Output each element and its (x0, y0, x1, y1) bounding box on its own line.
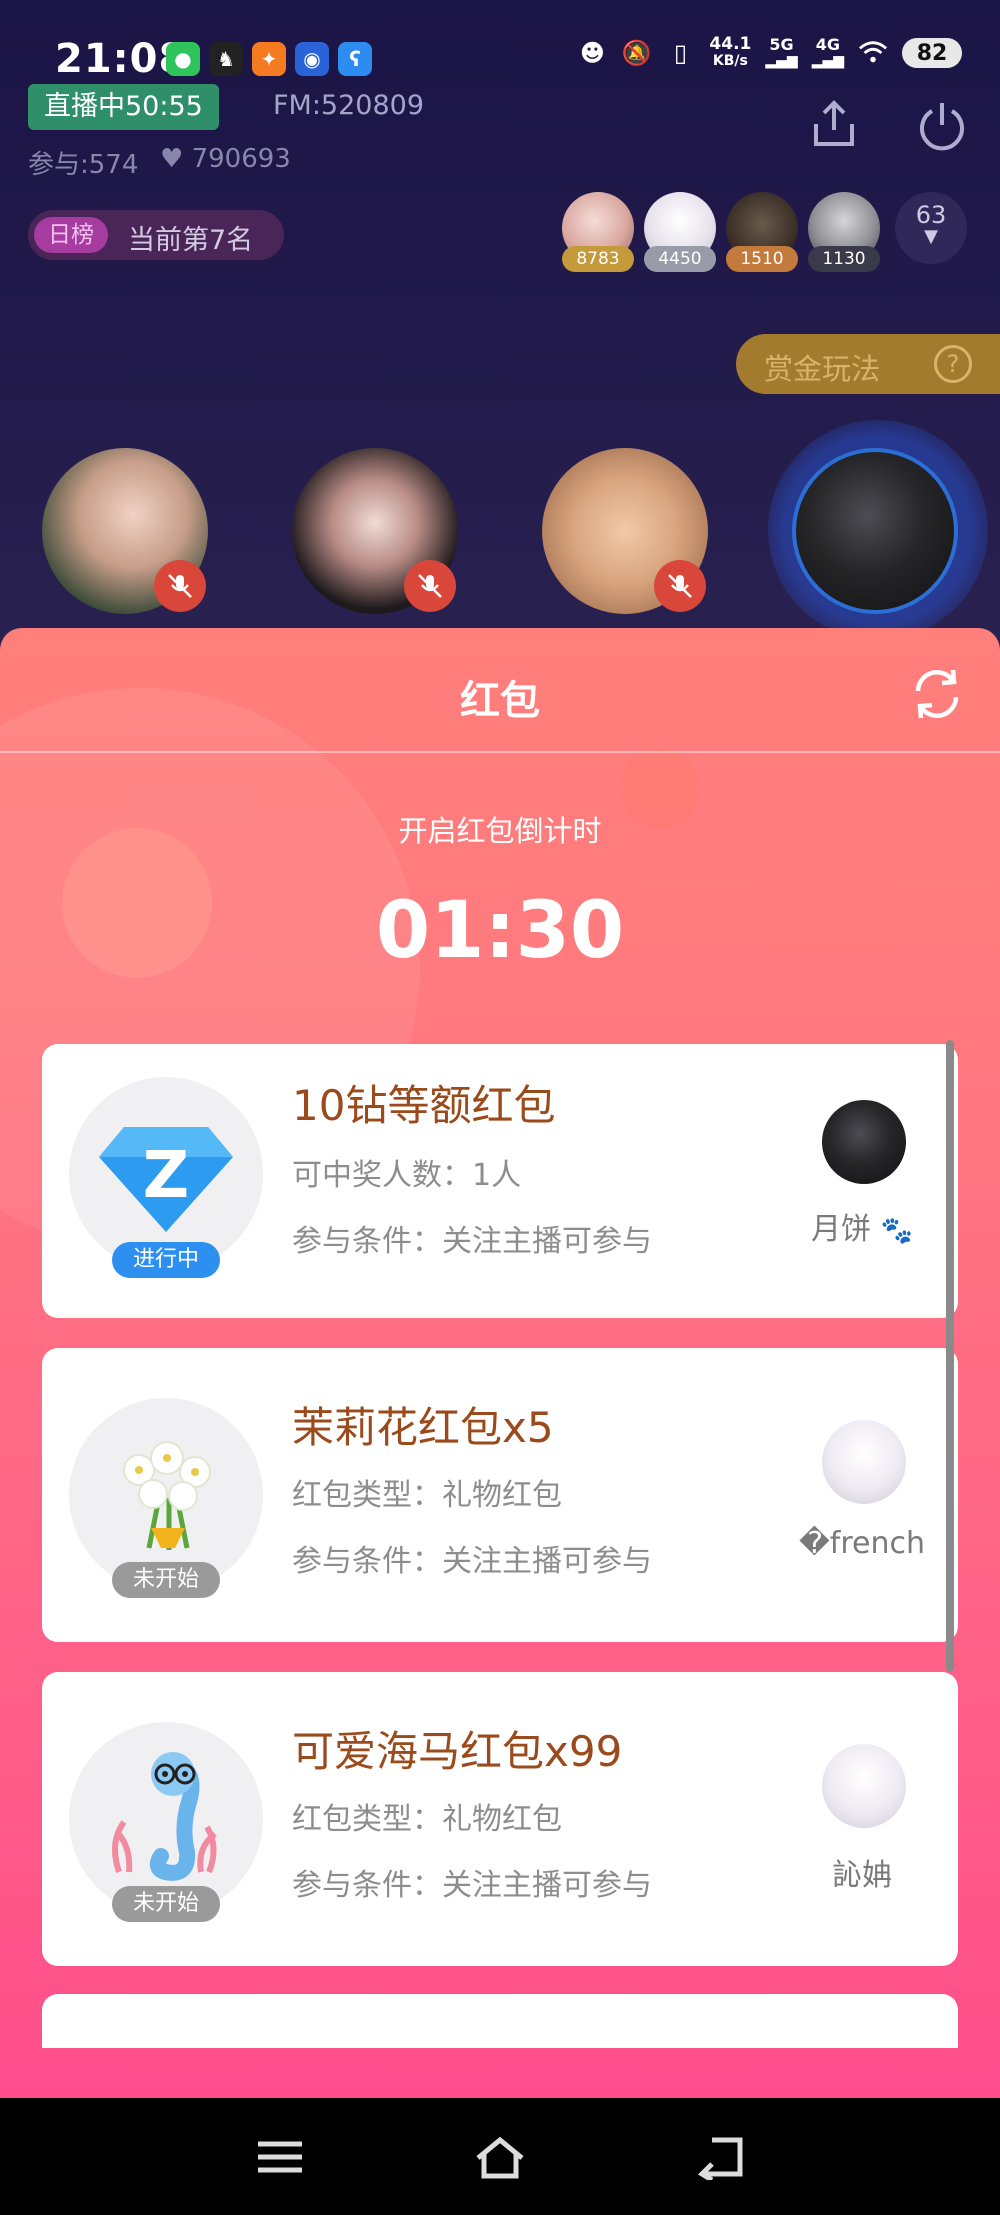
refresh-button[interactable] (908, 665, 966, 723)
envelope-title: 茉莉花红包x5 (292, 1403, 554, 1452)
battery-indicator: 82 (902, 38, 962, 68)
signal-bars-icon: ▂▄▆ (811, 53, 844, 69)
refresh-icon (915, 669, 959, 719)
signal-5g: 5G ▂▄▆ (765, 35, 798, 70)
status-tag: 未开始 (112, 1562, 220, 1598)
mic-muted-icon (404, 560, 456, 612)
room-fm-id: FM:520809 (273, 90, 424, 121)
bounty-gameplay-button[interactable]: 赏金玩法 ? (736, 334, 1000, 394)
envelope-title: 可爱海马红包x99 (292, 1727, 623, 1776)
app-bear-icon: ʕ (338, 42, 372, 76)
system-navigation-bar (0, 2098, 1000, 2215)
top-user-score: 1130 (808, 246, 880, 272)
notification-icons: ● ♞ ✦ ◉ ʕ (166, 42, 372, 76)
countdown-timer: 01:30 (375, 886, 625, 976)
red-envelope-card[interactable]: 未开始 茉莉花红包x5 红包类型：礼物红包 参与条件：关注主播可参与 �fren… (42, 1348, 958, 1642)
vibrate-icon: ▯ (673, 39, 688, 67)
live-status-badge: 直播中50:55 (28, 84, 219, 130)
signal-4g: 4G ▂▄▆ (811, 35, 844, 70)
red-envelope-card[interactable]: 未开始 可爱海马红包x99 红包类型：礼物红包 参与条件：关注主播可参与 訫姌 (42, 1672, 958, 1966)
envelope-title: 10钻等额红包 (292, 1081, 556, 1130)
more-count: 63 (915, 201, 947, 229)
app-q-icon: ◉ (295, 42, 329, 76)
net1-label: 5G (769, 35, 794, 54)
daily-rank-pill[interactable]: 日榜 当前第7名 (28, 210, 284, 260)
host-name: 訫姌 (832, 1858, 892, 1893)
exit-room-button[interactable] (915, 98, 969, 152)
red-envelope-card[interactable]: Z 进行中 10钻等额红包 可中奖人数：1人 参与条件：关注主播可参与 月饼 🐾 (42, 1044, 958, 1318)
privacy-icon: ☻ (579, 39, 605, 67)
like-count: 790693 (191, 144, 291, 174)
bell-mute-icon: 🔕 (621, 39, 652, 67)
host-avatar[interactable] (822, 1744, 906, 1828)
host-avatar[interactable] (822, 1420, 906, 1504)
red-envelope-card[interactable] (42, 1994, 958, 2048)
rank-text: 当前第7名 (128, 225, 254, 256)
home-icon (476, 2136, 524, 2179)
panel-divider (0, 751, 1000, 753)
wifi-icon (858, 38, 888, 68)
top-user-score: 4450 (644, 246, 716, 272)
heart-icon: ♥ (160, 144, 184, 174)
net2-label: 4G (815, 35, 840, 54)
network-speed: 44.1 KB/s (709, 36, 751, 70)
envelope-winners: 可中奖人数：1人 (292, 1158, 522, 1193)
more-users-button[interactable]: 63 ▼ (895, 192, 967, 264)
red-envelope-panel: 红包 开启红包倒计时 01:30 Z 进行中 10钻等额红包 可中奖人数：1人 … (0, 628, 1000, 2098)
mic-muted-icon (654, 560, 706, 612)
menu-button[interactable] (252, 2134, 308, 2180)
mic-muted-icon (154, 560, 206, 612)
app-logo-icon: ♞ (209, 42, 243, 76)
envelope-type: 红包类型：礼物红包 (292, 1802, 562, 1837)
power-icon (920, 103, 964, 151)
host-name: �french (799, 1526, 925, 1561)
speed-unit: KB/s (712, 53, 748, 69)
participant-count: 参与:574 (28, 150, 139, 180)
speed-value: 44.1 (709, 34, 752, 54)
status-tag: 进行中 (112, 1242, 220, 1278)
status-tag: 未开始 (112, 1886, 220, 1922)
envelope-condition: 参与条件：关注主播可参与 (292, 1544, 652, 1579)
bounty-label: 赏金玩法 (764, 352, 881, 386)
countdown-label: 开启红包倒计时 (398, 814, 602, 848)
chevron-down-icon: ▼ (924, 226, 938, 247)
status-right: ☻ 🔕 ▯ 44.1 KB/s 5G ▂▄▆ 4G ▂▄▆ 82 (577, 36, 962, 70)
panel-title: 红包 (460, 678, 540, 724)
mic-seat-4[interactable] (792, 448, 958, 614)
host-name: 月饼 (811, 1212, 872, 1247)
help-icon[interactable]: ? (934, 345, 972, 383)
list-scrollbar[interactable] (946, 1040, 954, 1672)
back-button[interactable] (694, 2134, 750, 2183)
taobao-icon: ✦ (252, 42, 286, 76)
envelope-condition: 参与条件：关注主播可参与 (292, 1224, 652, 1259)
signal-bars-icon: ▂▄▆ (765, 53, 798, 69)
svg-text:Z: Z (143, 1139, 189, 1213)
wechat-icon: ● (166, 42, 200, 76)
host-name-wrap: 月饼 🐾 (782, 1204, 942, 1248)
like-count-wrap: ♥ 790693 (160, 144, 291, 174)
share-button[interactable] (808, 98, 860, 150)
back-icon (697, 2137, 743, 2183)
host-avatar[interactable] (822, 1100, 906, 1184)
envelope-type: 红包类型：礼物红包 (292, 1478, 562, 1513)
envelope-condition: 参与条件：关注主播可参与 (292, 1868, 652, 1903)
top-user-score: 1510 (726, 246, 798, 272)
menu-icon (258, 2141, 302, 2173)
paw-icon: 🐾 (880, 1216, 913, 1246)
share-icon (814, 100, 854, 146)
top-user-score: 8783 (562, 246, 634, 272)
rank-tag: 日榜 (34, 217, 108, 253)
home-button[interactable] (472, 2134, 528, 2180)
